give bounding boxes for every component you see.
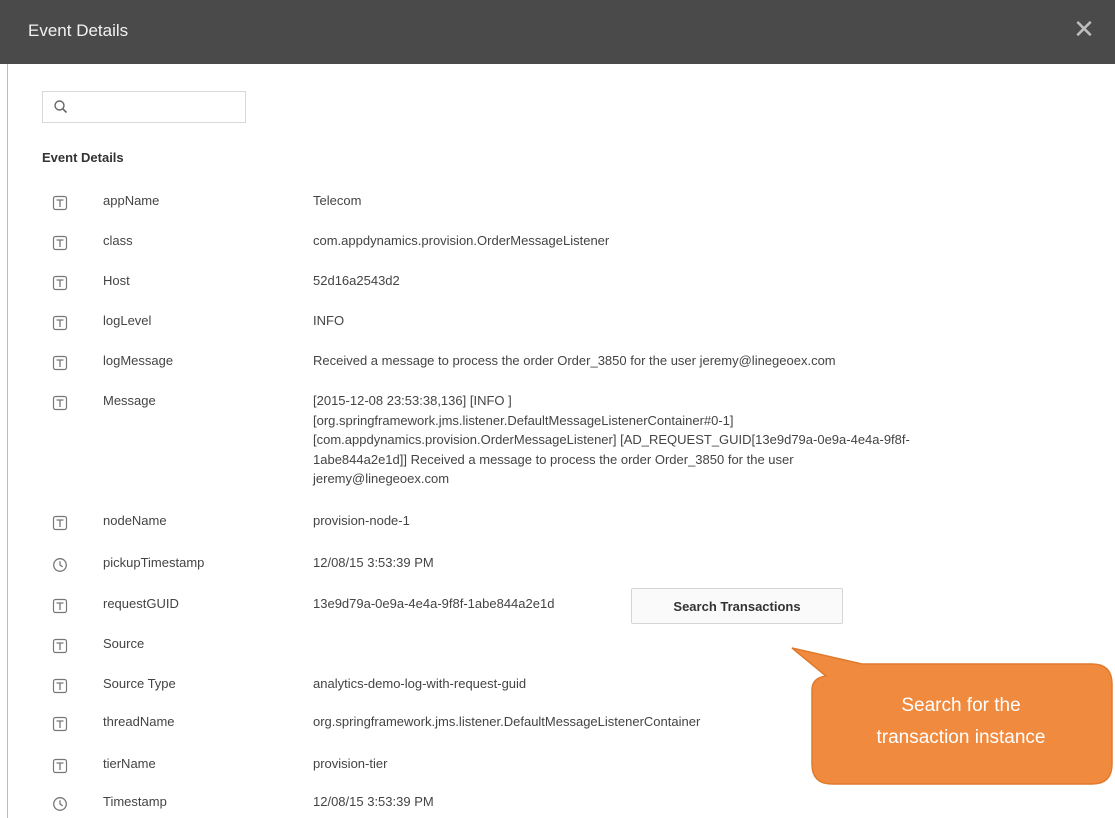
dialog-left-border: [7, 64, 8, 818]
text-field-icon: [52, 598, 68, 614]
clock-icon: [53, 797, 67, 811]
field-name: requestGUID: [103, 596, 179, 611]
message-line: jeremy@linegeoex.com: [313, 471, 450, 486]
field-value: 52d16a2543d2: [313, 273, 400, 288]
callout-text: Search for the transaction instance: [820, 690, 1102, 754]
field-name: logLevel: [103, 313, 152, 328]
field-value: INFO: [313, 313, 345, 328]
callout-line: transaction instance: [876, 727, 1046, 748]
text-field-icon: [52, 678, 68, 694]
text-field-icon: [52, 235, 68, 251]
search-icon: [54, 100, 68, 114]
field-name: pickupTimestamp: [103, 555, 205, 570]
field-value: analytics-demo-log-with-request-guid: [313, 676, 527, 691]
text-field-icon: [52, 315, 68, 331]
text-field-icon: [52, 275, 68, 291]
field-name: threadName: [103, 714, 175, 729]
field-value: 13e9d79a-0e9a-4e4a-9f8f-1abe844a2e1d: [313, 596, 555, 611]
field-value: [2015-12-08 23:53:38,136] [INFO ] [org.s…: [313, 391, 910, 489]
text-field-icon: [52, 395, 68, 411]
message-line: 1abe844a2e1d]] Received a message to pro…: [313, 451, 794, 467]
field-name: Source Type: [103, 676, 176, 691]
search-input[interactable]: [75, 96, 244, 120]
field-name: logMessage: [103, 353, 174, 368]
text-field-icon: [52, 716, 68, 732]
field-name: Message: [103, 393, 156, 408]
field-value: Received a message to process the order …: [313, 353, 836, 368]
callout-line: Search for the: [901, 695, 1021, 716]
text-field-icon: [52, 195, 68, 211]
field-name: Source: [103, 636, 145, 651]
field-value: Telecom: [313, 193, 362, 208]
text-field-icon: [52, 758, 68, 774]
search-transactions-button[interactable]: Search Transactions: [631, 588, 843, 624]
field-value: provision-tier: [313, 756, 388, 771]
field-value: 12/08/15 3:53:39 PM: [313, 555, 434, 570]
field-name: appName: [103, 193, 160, 208]
search-box[interactable]: [42, 91, 246, 123]
field-value: 12/08/15 3:53:39 PM: [313, 794, 434, 809]
field-value: provision-node-1: [313, 513, 410, 528]
text-field-icon: [52, 355, 68, 371]
message-line: [org.springframework.jms.listener.Defaul…: [313, 412, 734, 428]
message-line: [2015-12-08 23:53:38,136] [INFO ]: [313, 393, 512, 408]
field-name: tierName: [103, 756, 156, 771]
field-value: org.springframework.jms.listener.Default…: [313, 714, 701, 729]
dialog-title: Event Details: [28, 21, 129, 40]
field-name: class: [103, 233, 133, 248]
text-field-icon: [52, 515, 68, 531]
text-field-icon: [52, 638, 68, 654]
field-name: Timestamp: [103, 794, 167, 809]
message-line: [com.appdynamics.provision.OrderMessageL…: [313, 432, 910, 447]
clock-icon: [53, 558, 67, 572]
close-icon[interactable]: ✕: [1069, 14, 1099, 44]
field-name: nodeName: [103, 513, 167, 528]
dialog-titlebar: Event Details ✕: [0, 0, 1115, 64]
field-value: com.appdynamics.provision.OrderMessageLi…: [313, 233, 610, 248]
section-heading: Event Details: [42, 150, 124, 165]
field-name: Host: [103, 273, 130, 288]
